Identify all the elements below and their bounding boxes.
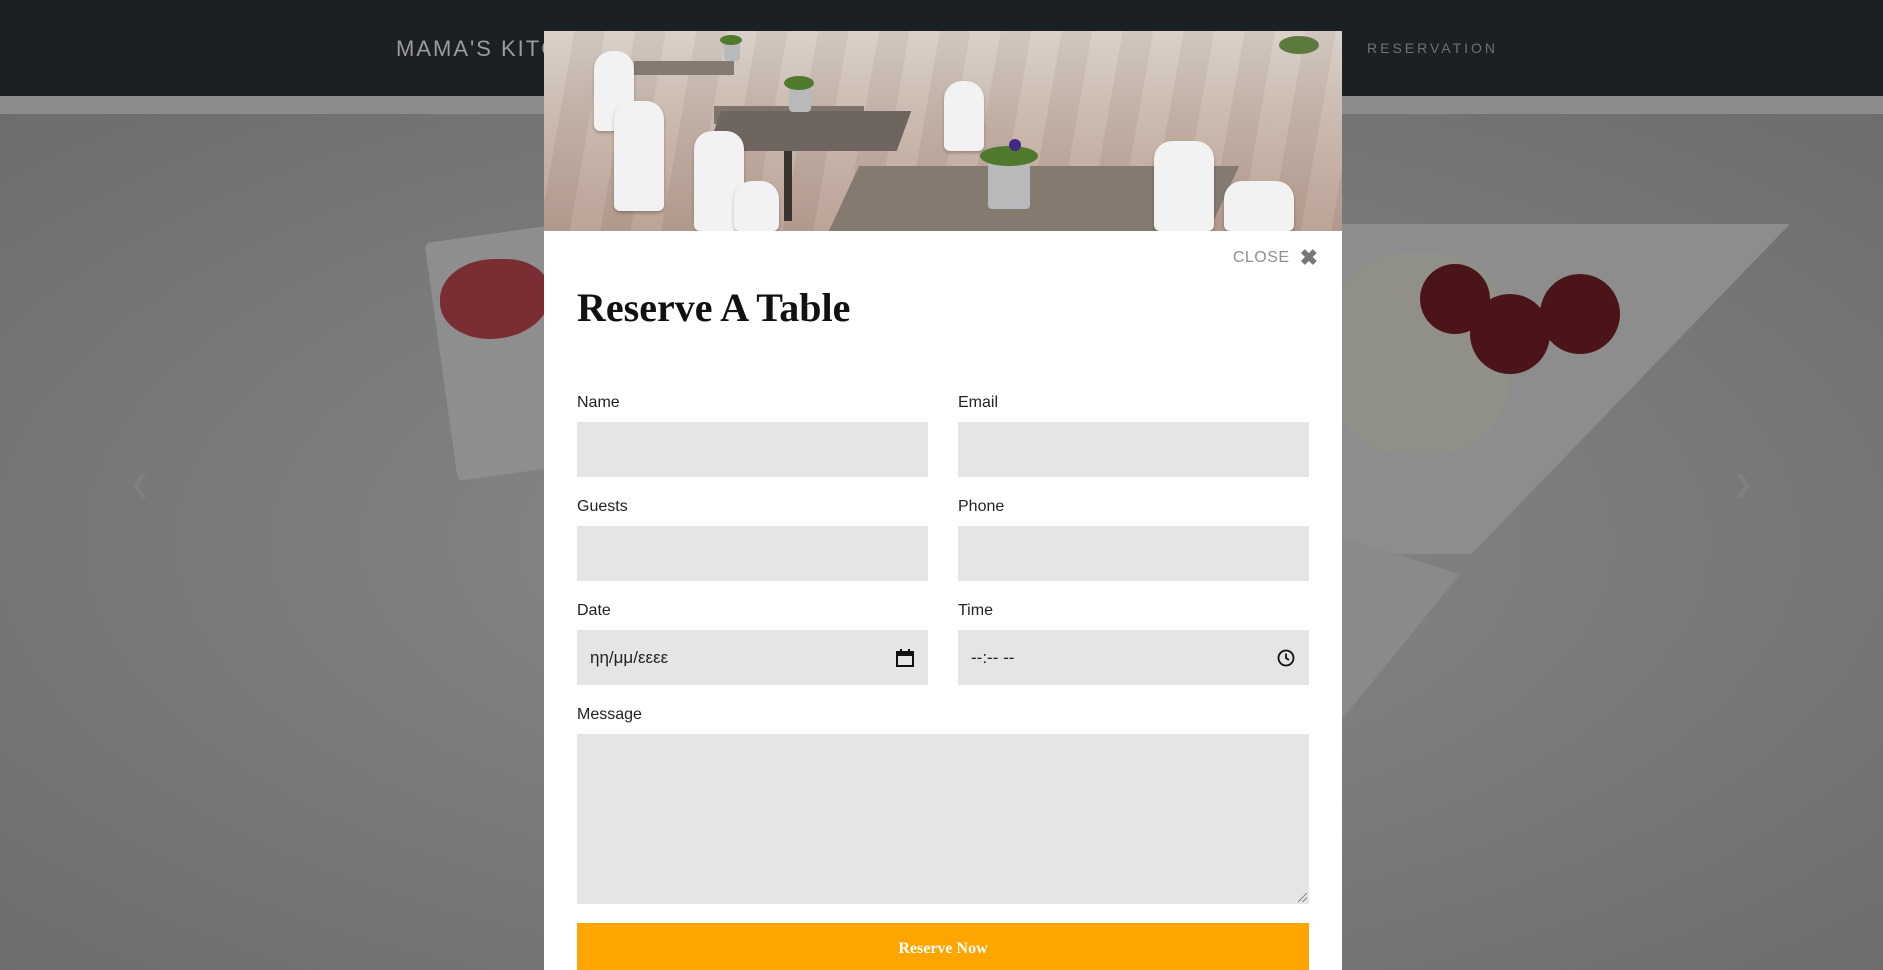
date-label: Date bbox=[577, 602, 611, 619]
guests-label: Guests bbox=[577, 498, 628, 515]
close-label[interactable]: CLOSE bbox=[1233, 249, 1290, 267]
date-field-group: Date ηη/μμ/εεεε bbox=[577, 602, 928, 685]
date-input[interactable]: ηη/μμ/εεεε bbox=[577, 630, 928, 685]
time-label: Time bbox=[958, 602, 993, 619]
name-label: Name bbox=[577, 394, 620, 411]
reservation-modal: CLOSE ✖ Reserve A Table Name Email Guest… bbox=[544, 31, 1342, 970]
resize-handle-icon[interactable] bbox=[1298, 893, 1307, 902]
nav-link-reservation[interactable]: RESERVATION bbox=[1367, 40, 1498, 56]
time-input[interactable]: --:-- -- bbox=[958, 630, 1309, 685]
name-input[interactable] bbox=[577, 422, 928, 477]
message-field-group: Message bbox=[577, 706, 1309, 904]
close-x-icon[interactable]: ✖ bbox=[1300, 247, 1318, 269]
cherry bbox=[1540, 274, 1620, 354]
reserve-now-button[interactable]: Reserve Now bbox=[577, 923, 1309, 970]
close-button[interactable]: CLOSE ✖ bbox=[1233, 247, 1318, 269]
clock-icon[interactable] bbox=[1276, 648, 1296, 668]
calendar-icon[interactable] bbox=[895, 648, 915, 668]
email-field-group: Email bbox=[958, 394, 1309, 477]
modal-title: Reserve A Table bbox=[577, 285, 851, 330]
restaurant-patio-image bbox=[544, 31, 1342, 231]
cherry bbox=[1470, 294, 1550, 374]
dessert-plate-small bbox=[1330, 534, 1460, 734]
message-label: Message bbox=[577, 706, 642, 723]
time-field-group: Time --:-- -- bbox=[958, 602, 1309, 685]
chevron-right-icon[interactable]: ❯ bbox=[1733, 470, 1753, 499]
email-label: Email bbox=[958, 394, 999, 411]
brand-logo[interactable]: MAMA'S KITC bbox=[396, 36, 559, 62]
phone-label: Phone bbox=[958, 498, 1005, 515]
phone-field-group: Phone bbox=[958, 498, 1309, 581]
time-placeholder: --:-- -- bbox=[971, 647, 1015, 667]
email-input[interactable] bbox=[958, 422, 1309, 477]
date-placeholder: ηη/μμ/εεεε bbox=[590, 647, 669, 667]
guests-field-group: Guests bbox=[577, 498, 928, 581]
chevron-left-icon[interactable]: ❮ bbox=[130, 470, 150, 499]
phone-input[interactable] bbox=[958, 526, 1309, 581]
guests-input[interactable] bbox=[577, 526, 928, 581]
message-textarea[interactable] bbox=[577, 734, 1309, 904]
name-field-group: Name bbox=[577, 394, 928, 477]
